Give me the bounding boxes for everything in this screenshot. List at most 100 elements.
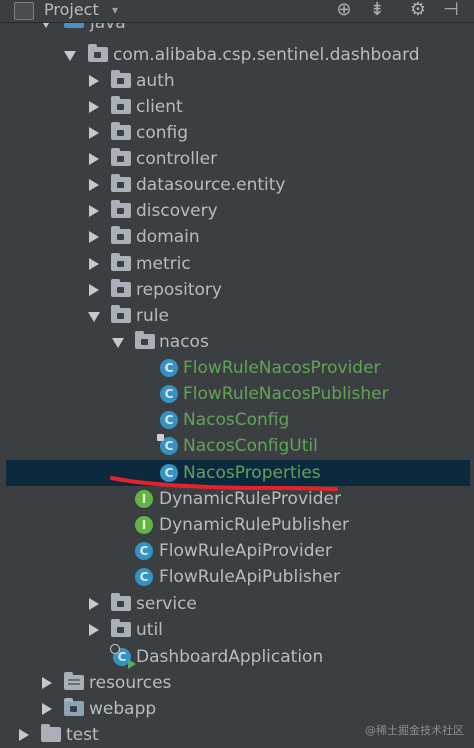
package-icon [111, 619, 131, 637]
collapsed-arrow-icon[interactable] [89, 179, 99, 191]
expand-arrow-icon[interactable] [64, 51, 76, 61]
tree-item-label: FlowRuleApiProvider [159, 541, 332, 561]
tree-item-service[interactable]: service [0, 591, 474, 617]
resources-folder-icon [64, 672, 84, 690]
tree-item-config[interactable]: config [0, 120, 474, 146]
tree-item-flowrulenacospublisher[interactable]: C FlowRuleNacosPublisher [0, 381, 474, 407]
collapsed-arrow-icon[interactable] [89, 231, 99, 243]
tree-item-label: nacos [159, 332, 209, 352]
hide-panel-icon[interactable]: ⊣ [440, 0, 462, 20]
locate-icon[interactable]: ⊕ [333, 0, 355, 20]
tree-item-dynamicrulepublisher[interactable]: I DynamicRulePublisher [0, 512, 474, 538]
project-tree: java com.alibaba.csp.sentinel.dashboard … [0, 0, 474, 746]
collapsed-arrow-icon[interactable] [42, 703, 52, 715]
watermark: @稀土掘金技术社区 [365, 724, 464, 737]
collapsed-arrow-icon[interactable] [89, 205, 99, 217]
tree-item-label: com.alibaba.csp.sentinel.dashboard [113, 45, 420, 65]
package-icon [111, 174, 131, 192]
gear-icon[interactable]: ⚙ [407, 0, 429, 20]
tree-item-label: NacosConfig [183, 410, 290, 430]
package-icon [111, 148, 131, 166]
package-icon [111, 96, 131, 114]
tree-item-dynamicruleprovider[interactable]: I DynamicRuleProvider [0, 486, 474, 512]
package-icon [135, 331, 155, 349]
collapse-all-icon[interactable]: ⇟ [366, 0, 388, 20]
tree-item-auth[interactable]: auth [0, 68, 474, 94]
package-icon [111, 279, 131, 297]
tree-item-nacosconfigutil[interactable]: C NacosConfigUtil [0, 433, 474, 459]
class-icon: C [160, 411, 178, 429]
final-class-icon: C [157, 434, 178, 455]
tree-item-flowruleapiprovider[interactable]: C FlowRuleApiProvider [0, 538, 474, 564]
tree-item-dashboardapplication[interactable]: C DashboardApplication [0, 644, 474, 670]
class-icon: C [160, 359, 178, 377]
interface-icon: I [135, 490, 153, 508]
tree-item-package[interactable]: com.alibaba.csp.sentinel.dashboard [0, 42, 474, 68]
tree-item-label: repository [136, 280, 222, 300]
project-view-icon [14, 2, 34, 20]
tree-item-label: datasource.entity [136, 175, 286, 195]
app-badge-icon [110, 644, 120, 654]
package-icon [111, 226, 131, 244]
collapsed-arrow-icon[interactable] [89, 284, 99, 296]
tree-item-label: controller [136, 149, 218, 169]
tree-item-label: config [136, 123, 189, 143]
tree-item-label: service [136, 594, 197, 614]
class-icon: C [135, 542, 153, 560]
package-icon [111, 122, 131, 140]
tree-item-label: webapp [89, 699, 157, 719]
tree-item-client[interactable]: client [0, 94, 474, 120]
package-icon [88, 44, 108, 62]
package-icon [111, 200, 131, 218]
web-folder-icon [64, 698, 84, 716]
collapsed-arrow-icon[interactable] [89, 624, 99, 636]
tree-item-nacos[interactable]: nacos [0, 329, 474, 355]
tree-item-nacosproperties[interactable]: C NacosProperties [6, 460, 470, 486]
tree-item-label: FlowRuleNacosPublisher [183, 384, 389, 404]
tree-item-util[interactable]: util [0, 617, 474, 643]
view-dropdown-icon[interactable]: ▾ [112, 0, 118, 20]
tree-item-resources[interactable]: resources [0, 670, 474, 696]
collapsed-arrow-icon[interactable] [89, 598, 99, 610]
tree-item-label: resources [89, 673, 172, 693]
package-icon [111, 253, 131, 271]
tree-item-label: NacosConfigUtil [183, 436, 318, 456]
collapsed-arrow-icon[interactable] [19, 729, 29, 741]
tree-item-label: rule [136, 306, 169, 326]
class-icon: C [160, 385, 178, 403]
tree-item-flowrulenacosprovider[interactable]: C FlowRuleNacosProvider [0, 355, 474, 381]
package-icon [111, 70, 131, 88]
panel-title[interactable]: Project [44, 0, 99, 20]
collapsed-arrow-icon[interactable] [42, 677, 52, 689]
collapsed-arrow-icon[interactable] [89, 127, 99, 139]
tree-item-label: auth [136, 71, 175, 91]
tree-item-controller[interactable]: controller [0, 146, 474, 172]
class-icon: C [160, 464, 178, 482]
tree-item-datasource[interactable]: datasource.entity [0, 172, 474, 198]
collapsed-arrow-icon[interactable] [89, 258, 99, 270]
tree-item-discovery[interactable]: discovery [0, 198, 474, 224]
tree-item-nacosconfig[interactable]: C NacosConfig [0, 407, 474, 433]
tree-item-label: domain [136, 227, 200, 247]
lock-icon [157, 434, 164, 441]
collapsed-arrow-icon[interactable] [89, 101, 99, 113]
folder-icon [41, 724, 61, 742]
expand-arrow-icon[interactable] [112, 338, 124, 348]
collapsed-arrow-icon[interactable] [89, 153, 99, 165]
tree-item-label: test [66, 725, 99, 745]
tree-item-repository[interactable]: repository [0, 277, 474, 303]
tree-item-flowruleapipublisher[interactable]: C FlowRuleApiPublisher [0, 564, 474, 590]
tree-item-metric[interactable]: metric [0, 251, 474, 277]
tree-item-label: FlowRuleNacosProvider [183, 358, 381, 378]
tree-item-webapp[interactable]: webapp [0, 696, 474, 722]
tree-item-label: DynamicRuleProvider [159, 489, 341, 509]
tree-item-label: metric [136, 254, 191, 274]
tree-item-rule[interactable]: rule [0, 303, 474, 329]
tree-item-domain[interactable]: domain [0, 224, 474, 250]
class-icon: C [135, 568, 153, 586]
collapsed-arrow-icon[interactable] [89, 75, 99, 87]
tree-item-label: DashboardApplication [136, 647, 324, 667]
spring-boot-application-icon: C [110, 644, 136, 669]
project-panel-header: Project ▾ ⊕ ⇟ ⚙ ⊣ [0, 0, 474, 23]
expand-arrow-icon[interactable] [88, 312, 100, 322]
